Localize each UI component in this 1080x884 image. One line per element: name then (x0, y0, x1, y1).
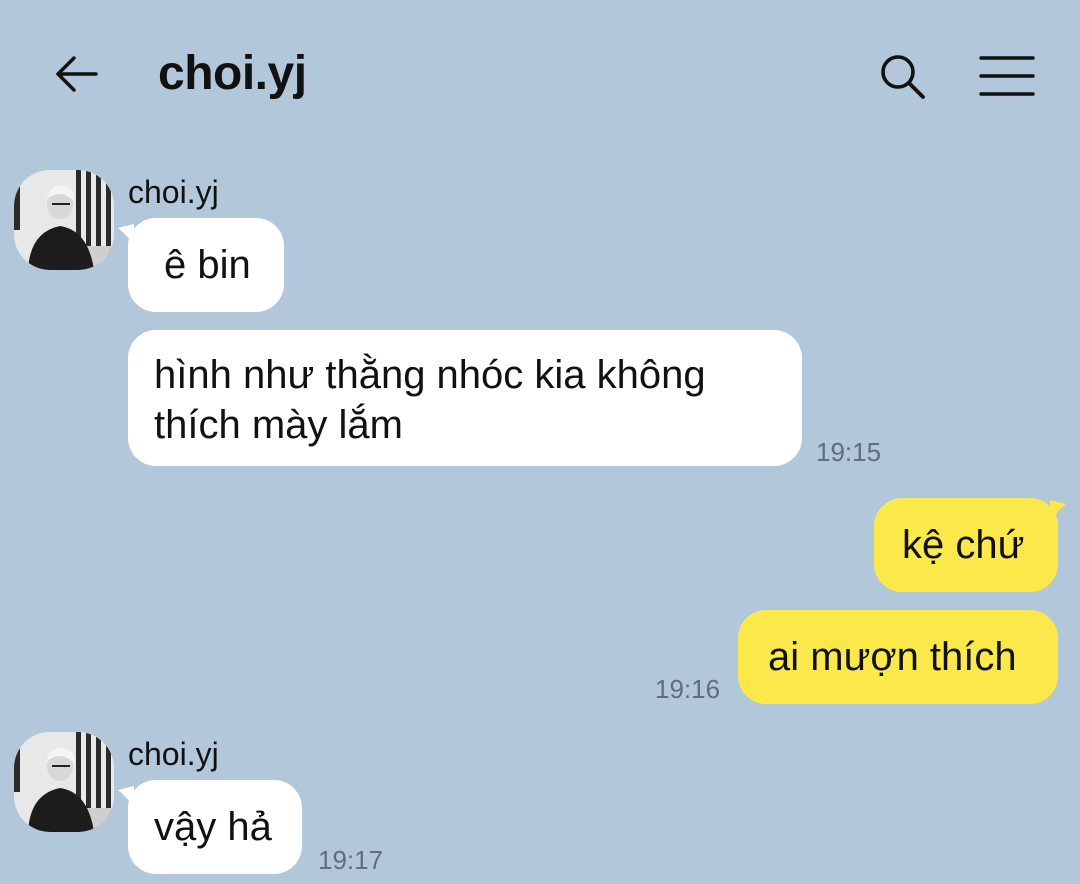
menu-button[interactable] (974, 46, 1040, 106)
bubble-tail (1050, 500, 1066, 522)
message-text: ê bin (164, 243, 251, 287)
avatar[interactable] (14, 732, 114, 832)
message-timestamp: 19:16 (655, 674, 721, 704)
search-button[interactable] (872, 46, 932, 106)
message-timestamp: 19:17 (318, 845, 384, 875)
message-bubble[interactable]: ê bin (128, 218, 284, 312)
message-bubble[interactable]: ai mượn thích (738, 610, 1058, 704)
message-bubble[interactable]: hình như thằng nhóc kia không thích mày … (128, 330, 802, 466)
message-bubble[interactable]: vậy hả (128, 780, 302, 874)
message-text: vậy hả (154, 805, 272, 849)
message-text: hình như thằng nhóc kia không (154, 353, 706, 397)
message-timestamp: 19:15 (816, 437, 882, 467)
profile-photo (14, 170, 114, 270)
sender-name: choi.yj (128, 736, 219, 772)
chat-title: choi.yj (158, 47, 307, 100)
message-text: ai mượn thích (768, 635, 1017, 679)
hamburger-menu-icon (979, 56, 1035, 96)
message-text: thích mày lắm (154, 403, 403, 447)
back-button[interactable] (46, 46, 106, 102)
profile-photo (14, 732, 114, 832)
chat-screen: choi.yj choi.yj ê bin hình như thằng nhó… (0, 0, 1080, 884)
message-bubble[interactable]: kệ chứ (874, 498, 1058, 592)
search-icon (881, 55, 925, 99)
message-text: kệ chứ (902, 523, 1025, 567)
arrow-left-icon (56, 56, 98, 92)
sender-name: choi.yj (128, 174, 219, 210)
avatar[interactable] (14, 170, 114, 270)
